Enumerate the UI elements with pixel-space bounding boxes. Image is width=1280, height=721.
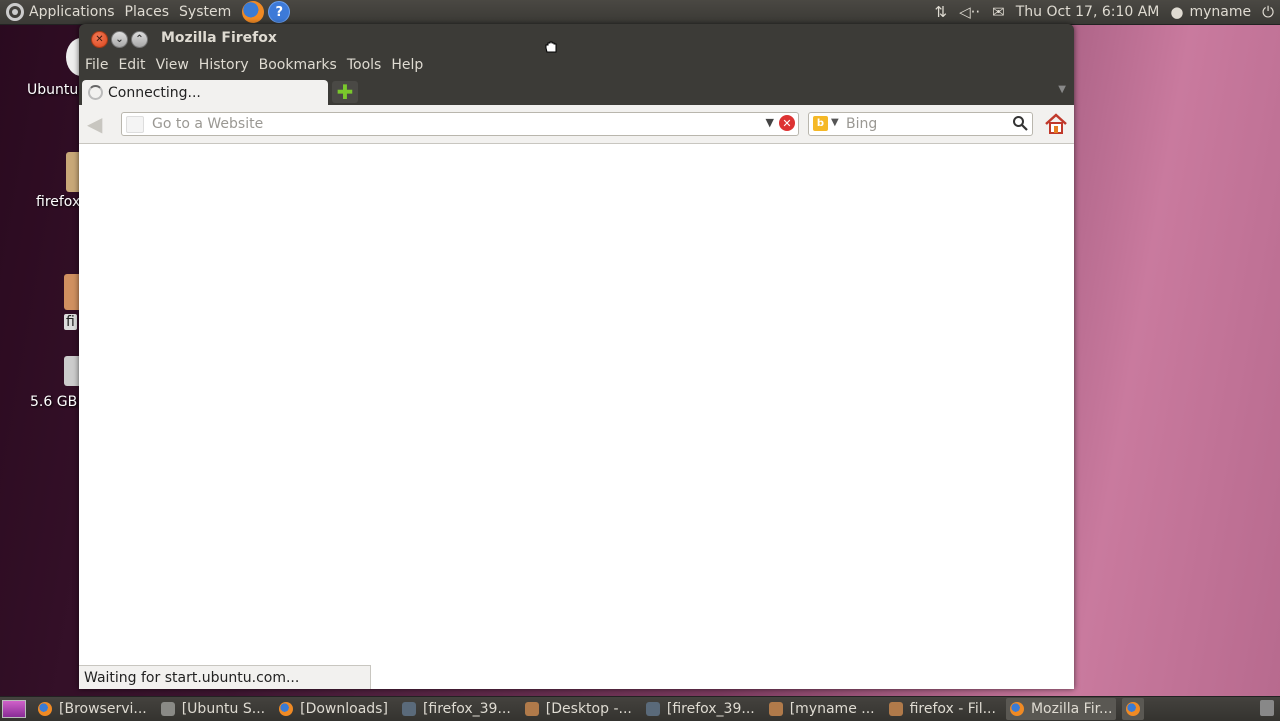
tab-connecting[interactable]: Connecting... — [82, 80, 328, 105]
new-tab-button[interactable]: ✚ — [332, 80, 358, 104]
archive-icon[interactable] — [66, 152, 80, 192]
user-icon: ● — [1170, 3, 1184, 21]
taskbar-item[interactable]: [firefox_39... — [642, 698, 759, 720]
volume-icon[interactable]: ◁·· — [953, 3, 986, 21]
trash-icon[interactable] — [1260, 700, 1274, 716]
minimize-icon[interactable]: ⌄ — [111, 31, 128, 48]
close-icon[interactable]: ✕ — [91, 31, 108, 48]
taskbar-item-label: firefox - Fil... — [909, 701, 996, 717]
firefox-icon — [279, 702, 294, 716]
taskbar-item[interactable]: [Desktop -... — [521, 698, 636, 720]
tab-bar: Connecting... ✚ ▼ — [79, 78, 1074, 105]
taskbar-item-label: [firefox_39... — [422, 701, 511, 717]
taskbar-item-label: [myname ... — [789, 701, 875, 717]
taskbar-item[interactable]: [Downloads] — [275, 698, 392, 720]
hand-cursor-icon — [545, 41, 557, 53]
taskbar-item[interactable]: [Ubuntu S... — [157, 698, 269, 720]
window-title: Mozilla Firefox — [161, 30, 277, 46]
status-bar: Waiting for start.ubuntu.com... — [79, 665, 371, 689]
url-input[interactable] — [152, 113, 752, 135]
clock[interactable]: Thu Oct 17, 6:10 AM — [1011, 0, 1165, 24]
folder-icon — [768, 702, 783, 716]
network-icon[interactable]: ⇅ — [928, 3, 953, 21]
menu-history[interactable]: History — [194, 57, 254, 73]
menu-help[interactable]: Help — [386, 57, 428, 73]
navigation-bar: ◀ ▼ ✕ b ▼ — [79, 105, 1074, 144]
package-icon — [160, 702, 175, 716]
help-icon[interactable]: ? — [268, 1, 291, 23]
loading-spinner-icon — [88, 85, 103, 100]
taskbar-item-label: [Downloads] — [300, 701, 388, 717]
firefox-window: ✕ ⌄ ⌃ Mozilla Firefox File Edit View His… — [79, 24, 1074, 689]
menu-tools[interactable]: Tools — [342, 57, 387, 73]
url-dropdown-icon[interactable]: ▼ — [766, 116, 774, 129]
menu-bar: File Edit View History Bookmarks Tools H… — [79, 52, 1074, 78]
folder-icon — [524, 702, 539, 716]
menu-places[interactable]: Places — [120, 0, 175, 24]
ubuntu-logo-icon[interactable] — [6, 3, 24, 21]
taskbar-item[interactable]: firefox - Fil... — [885, 698, 1000, 720]
drive-icon[interactable] — [64, 356, 80, 386]
taskbar-item-label: Mozilla Fir... — [1030, 701, 1113, 717]
search-bar[interactable]: b ▼ — [808, 112, 1033, 136]
tab-list-chevron-icon[interactable]: ▼ — [1058, 84, 1066, 95]
menu-bookmarks[interactable]: Bookmarks — [254, 57, 342, 73]
taskbar-item-label: [Ubuntu S... — [181, 701, 266, 717]
bottom-panel: [Browservi... [Ubuntu S... [Downloads] [… — [0, 696, 1280, 721]
mail-icon[interactable]: ✉ — [986, 3, 1011, 21]
firefox-icon — [1009, 702, 1024, 716]
url-bar[interactable]: ▼ ✕ — [121, 112, 799, 136]
menu-file[interactable]: File — [79, 57, 113, 73]
taskbar-item[interactable]: [Browservi... — [34, 698, 151, 720]
folder-icon — [888, 702, 903, 716]
menu-view[interactable]: View — [151, 57, 194, 73]
search-input[interactable] — [846, 113, 1006, 135]
terminal-icon — [401, 702, 416, 716]
power-icon[interactable]: ⏻ — [1256, 3, 1280, 21]
taskbar-firefox-launcher[interactable] — [1122, 698, 1145, 720]
stop-icon[interactable]: ✕ — [779, 115, 795, 131]
taskbar-item[interactable]: [myname ... — [765, 698, 879, 720]
user-name[interactable]: myname — [1189, 0, 1256, 24]
show-desktop-icon[interactable] — [2, 700, 26, 718]
back-arrow-icon[interactable]: ◀ — [87, 114, 109, 134]
maximize-icon[interactable]: ⌃ — [131, 31, 148, 48]
taskbar-item[interactable]: [firefox_39... — [398, 698, 515, 720]
menu-edit[interactable]: Edit — [113, 57, 150, 73]
page-content[interactable]: Waiting for start.ubuntu.com... — [79, 144, 1074, 689]
status-text: Waiting for start.ubuntu.com... — [84, 669, 300, 686]
firefox-icon — [38, 702, 52, 716]
home-icon[interactable] — [1043, 112, 1069, 136]
search-engine-chevron-icon[interactable]: ▼ — [831, 117, 839, 128]
folder-icon[interactable] — [64, 274, 80, 310]
title-bar[interactable]: ✕ ⌄ ⌃ Mozilla Firefox — [79, 24, 1074, 52]
search-engine-icon[interactable]: b — [813, 116, 828, 131]
terminal-icon — [645, 702, 660, 716]
taskbar-item-active[interactable]: Mozilla Fir... — [1005, 698, 1117, 720]
desktop-icon-fi-label[interactable]: fi — [64, 314, 77, 330]
desktop-icon-drive-label[interactable]: 5.6 GB — [30, 394, 77, 410]
menu-applications[interactable]: Applications — [24, 0, 120, 24]
menu-system[interactable]: System — [174, 0, 236, 24]
top-panel: Applications Places System ? ⇅ ◁·· ✉ Thu… — [0, 0, 1280, 24]
taskbar-item-label: [Browservi... — [59, 701, 147, 717]
firefox-icon[interactable] — [242, 1, 265, 23]
desktop-icon-ubuntu-label[interactable]: Ubuntu — [27, 82, 78, 98]
firefox-icon — [1126, 702, 1141, 716]
taskbar-item-label: [Desktop -... — [545, 701, 632, 717]
tab-label: Connecting... — [108, 84, 201, 101]
site-identity-icon[interactable] — [126, 116, 144, 133]
search-icon[interactable] — [1012, 115, 1028, 131]
taskbar-item-label: [firefox_39... — [666, 701, 755, 717]
